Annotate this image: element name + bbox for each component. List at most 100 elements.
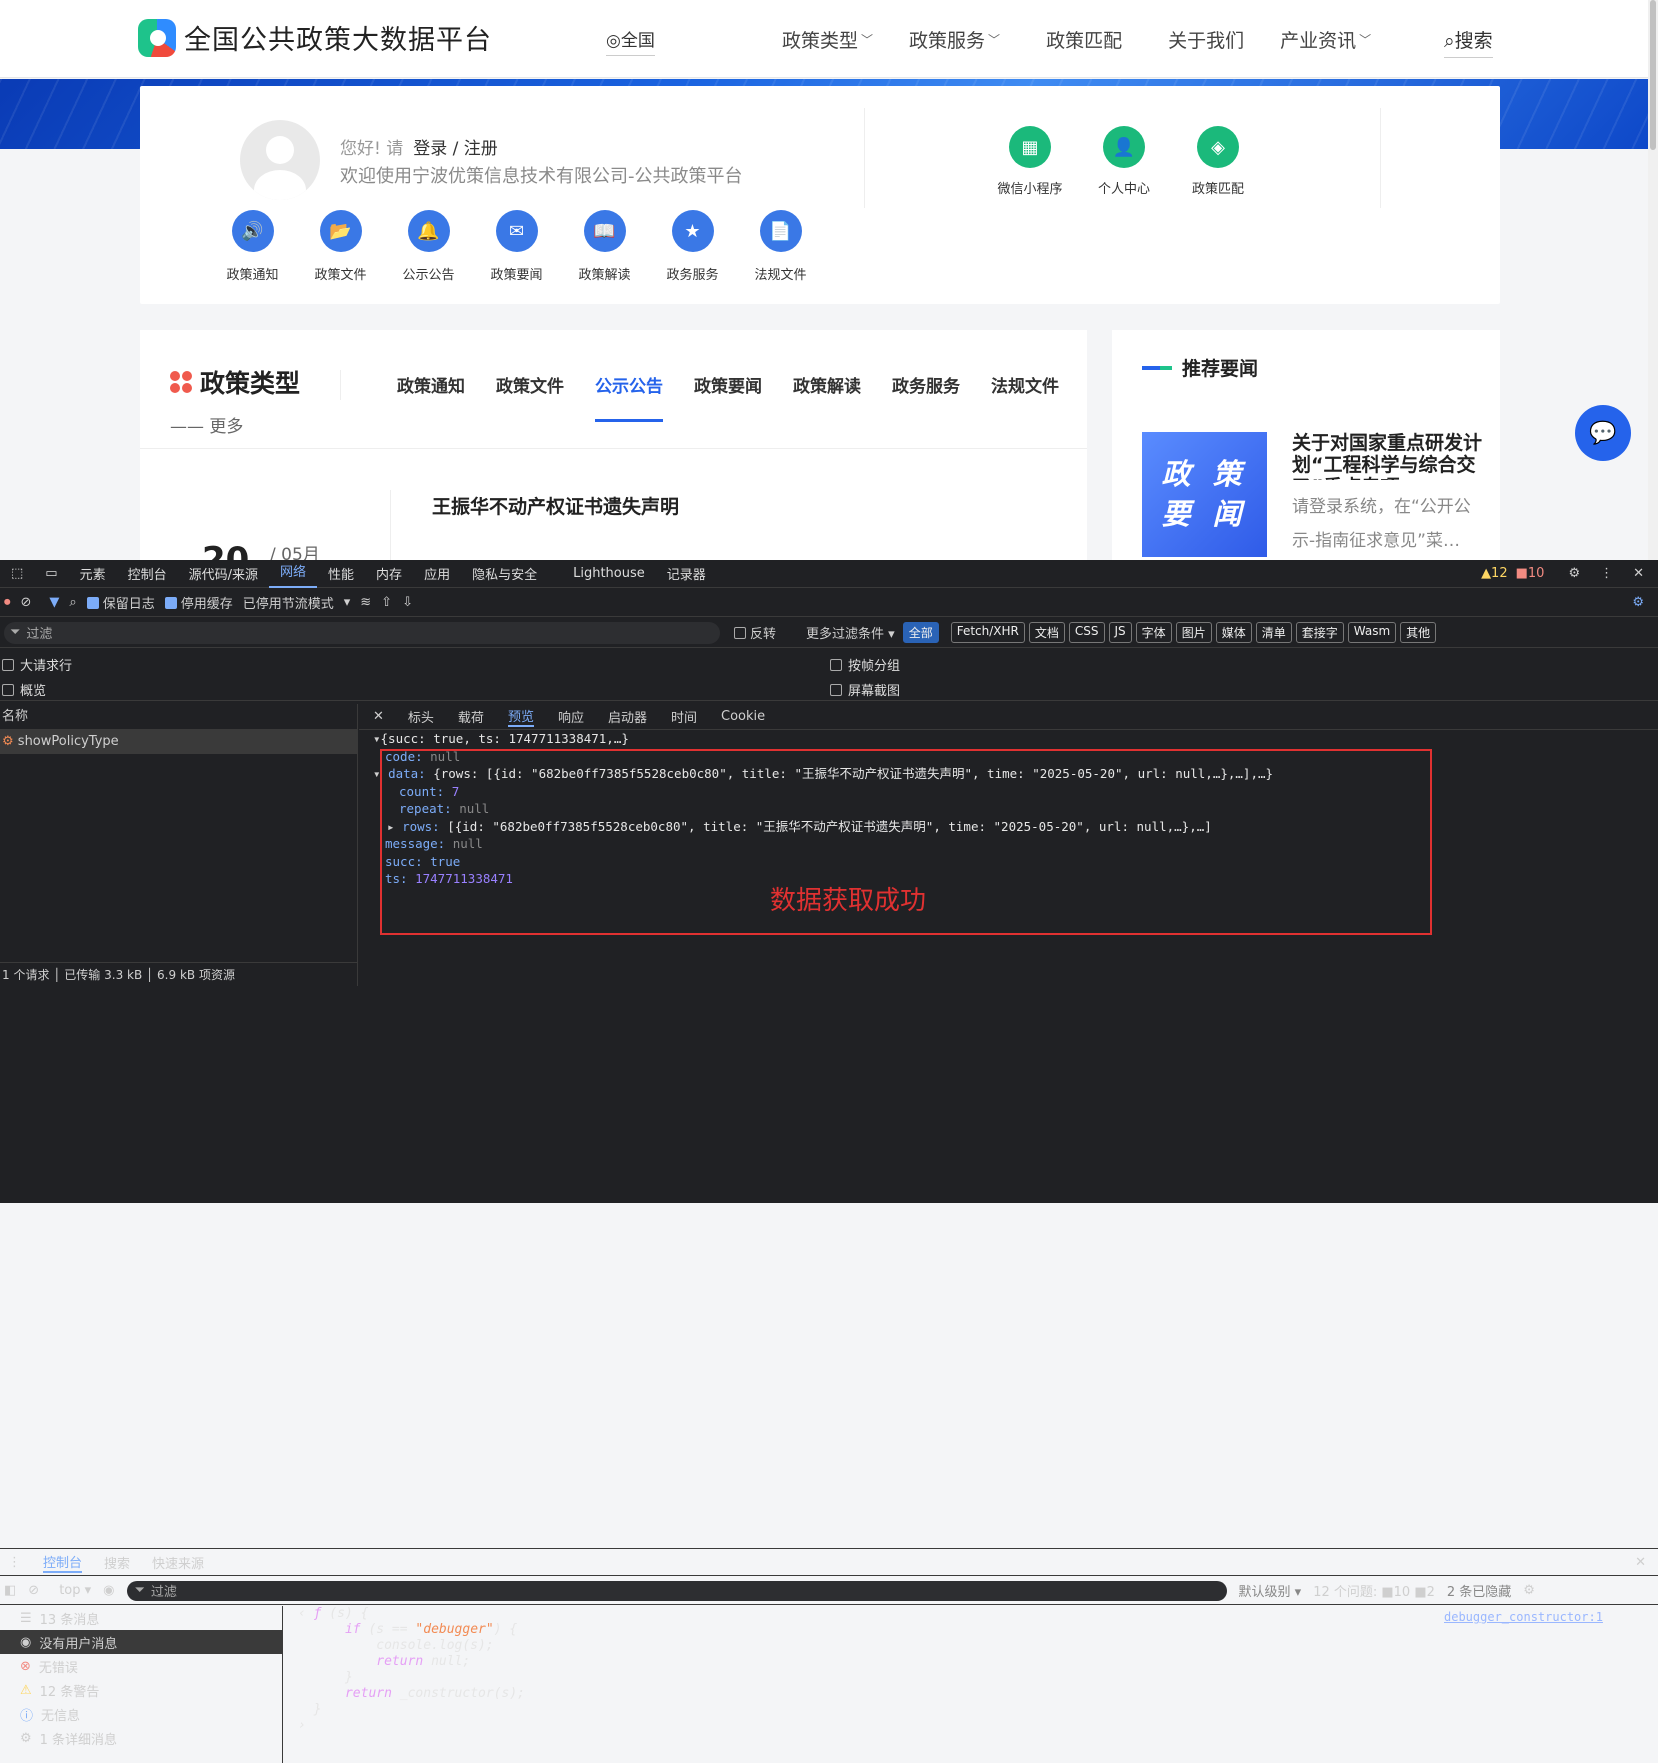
nav-about[interactable]: 关于我们 xyxy=(1168,26,1244,53)
quick-policy-news[interactable]: ✉ 政策要闻 xyxy=(491,210,543,283)
record-icon[interactable]: ⏺ xyxy=(4,595,11,610)
quick-policy-notice[interactable]: 🔊 政策通知 xyxy=(227,210,279,283)
tab-lighthouse[interactable]: Lighthouse xyxy=(562,566,656,581)
nav-policy-type[interactable]: 政策类型 ﹀ xyxy=(782,26,873,53)
search-link[interactable]: ⌕搜索 xyxy=(1444,26,1493,58)
tab-network[interactable]: 网络 xyxy=(269,560,318,588)
tab-payload[interactable]: 载荷 xyxy=(458,707,484,726)
sidebar-item-verbose[interactable]: ⚙ 1 条详细消息 xyxy=(0,1726,282,1750)
screenshots-checkbox[interactable]: 屏幕截图 xyxy=(830,680,900,699)
tab-policy-file[interactable]: 政策文件 xyxy=(496,372,564,422)
tab-memory[interactable]: 内存 xyxy=(365,564,413,583)
type-other[interactable]: 其他 xyxy=(1400,622,1437,643)
close-icon[interactable]: ✕ xyxy=(1635,1555,1646,1570)
nav-policy-service[interactable]: 政策服务 ﹀ xyxy=(909,26,1000,53)
chat-bubble-icon[interactable]: 💬 xyxy=(1575,405,1631,461)
tab-policy-interpret[interactable]: 政策解读 xyxy=(793,372,861,422)
disable-cache-checkbox[interactable]: 停用缓存 xyxy=(164,593,233,612)
more-filters-dropdown[interactable]: 更多过滤条件 ▾ xyxy=(806,623,895,642)
clear-icon[interactable]: ⊘ xyxy=(21,595,32,610)
app-personal-center[interactable]: 👤 个人中心 xyxy=(1094,126,1154,197)
issues-count[interactable]: 12 个问题: ■10 ■2 xyxy=(1313,1581,1435,1600)
tab-elements[interactable]: 元素 xyxy=(69,564,117,583)
nav-industry-news[interactable]: 产业资讯 ﹀ xyxy=(1280,26,1371,53)
article-title-link[interactable]: 王振华不动产权证书遗失声明 xyxy=(432,492,679,519)
tab-policy-news[interactable]: 政策要闻 xyxy=(694,372,762,422)
tab-console[interactable]: 控制台 xyxy=(117,564,178,583)
kebab-menu-icon[interactable]: ⋮ xyxy=(1600,566,1613,581)
group-by-frame-checkbox[interactable]: 按帧分组 xyxy=(830,655,900,674)
type-font[interactable]: 字体 xyxy=(1135,622,1172,643)
tab-announcement[interactable]: 公示公告 xyxy=(595,372,663,422)
chevron-down-icon[interactable]: ▾ xyxy=(344,595,351,610)
request-row[interactable]: ⚙ showPolicyType xyxy=(0,730,357,754)
inspect-icon[interactable]: ⬚ xyxy=(0,566,34,581)
clear-icon[interactable]: ⊘ xyxy=(28,1583,39,1598)
news-thumbnail[interactable]: 政 策要 闻 xyxy=(1142,432,1267,557)
avatar[interactable] xyxy=(240,120,320,200)
overview-checkbox[interactable]: 概览 xyxy=(2,680,46,699)
site-logo[interactable]: 全国公共政策大数据平台 xyxy=(138,18,492,57)
download-icon[interactable]: ⇩ xyxy=(402,595,413,610)
quick-policy-file[interactable]: 📂 政策文件 xyxy=(315,210,367,283)
error-count[interactable]: ■10 xyxy=(1516,566,1545,581)
sidebar-item-warnings[interactable]: ⚠ 12 条警告 xyxy=(0,1678,282,1702)
filter-icon[interactable]: ▼ xyxy=(49,595,59,610)
tab-gov-service[interactable]: 政务服务 xyxy=(892,372,960,422)
source-link[interactable]: debugger_constructor:1 xyxy=(1444,1610,1603,1624)
tab-timing[interactable]: 时间 xyxy=(671,707,697,726)
search-icon[interactable]: ⌕ xyxy=(69,595,76,610)
upload-icon[interactable]: ⇧ xyxy=(381,595,392,610)
tab-application[interactable]: 应用 xyxy=(413,564,461,583)
log-level-select[interactable]: 默认级别 ▾ xyxy=(1239,1581,1302,1600)
quick-announcement[interactable]: 🔔 公示公告 xyxy=(403,210,455,283)
tab-regulation[interactable]: 法规文件 xyxy=(991,372,1059,422)
filter-input[interactable]: ⏷ 过滤 xyxy=(4,621,720,644)
tab-initiator[interactable]: 启动器 xyxy=(608,707,647,726)
sidebar-toggle-icon[interactable]: ◧ xyxy=(4,1583,16,1598)
sidebar-item-messages[interactable]: ☰ 13 条消息 xyxy=(0,1606,282,1630)
tab-quick-source[interactable]: 快速来源 xyxy=(152,1553,204,1572)
type-socket[interactable]: 套接字 xyxy=(1295,622,1344,643)
tab-sources[interactable]: 源代码/来源 xyxy=(178,564,269,583)
gear-icon[interactable]: ⚙ xyxy=(1568,566,1580,581)
invert-checkbox[interactable]: 反转 xyxy=(734,623,776,642)
close-icon[interactable]: ✕ xyxy=(1633,566,1644,581)
type-doc[interactable]: 文档 xyxy=(1028,622,1065,643)
warning-count[interactable]: ▲12 xyxy=(1481,566,1508,581)
tab-cookie[interactable]: Cookie xyxy=(721,709,765,724)
type-manifest[interactable]: 清单 xyxy=(1255,622,1292,643)
tab-privacy[interactable]: 隐私与安全 xyxy=(461,564,548,583)
login-register-link[interactable]: 登录 / 注册 xyxy=(413,139,498,159)
context-select[interactable]: top ▾ xyxy=(59,1583,91,1598)
tab-response[interactable]: 响应 xyxy=(558,707,584,726)
news-headline-link[interactable]: 关于对国家重点研发计划“工程科学与综合交叉”重点专项 xyxy=(1292,432,1482,480)
sidebar-item-info[interactable]: ⓘ 无信息 xyxy=(0,1702,282,1726)
type-css[interactable]: CSS xyxy=(1068,622,1105,643)
large-rows-checkbox[interactable]: 大请求行 xyxy=(2,655,72,674)
json-root[interactable]: ▾{succ: true, ts: 1747711338471,…} xyxy=(373,730,1273,748)
name-column-header[interactable]: 名称 xyxy=(0,704,357,730)
wifi-icon[interactable]: ≋ xyxy=(360,595,371,610)
type-js[interactable]: JS xyxy=(1108,622,1132,643)
quick-policy-interpret[interactable]: 📖 政策解读 xyxy=(579,210,631,283)
app-policy-match[interactable]: ◈ 政策匹配 xyxy=(1188,126,1248,197)
type-media[interactable]: 媒体 xyxy=(1215,622,1252,643)
eye-icon[interactable]: ◉ xyxy=(103,1583,114,1598)
tab-policy-notice[interactable]: 政策通知 xyxy=(397,372,465,422)
location-selector[interactable]: ◎全国 xyxy=(606,26,655,56)
type-all[interactable]: 全部 xyxy=(902,622,939,643)
type-fetch-xhr[interactable]: Fetch/XHR xyxy=(950,622,1025,643)
preserve-log-checkbox[interactable]: 保留日志 xyxy=(86,593,155,612)
settings-icon[interactable]: ⚙ xyxy=(1632,595,1644,610)
close-icon[interactable]: ✕ xyxy=(373,709,384,724)
gear-icon[interactable]: ⚙ xyxy=(1523,1583,1535,1598)
device-toggle-icon[interactable]: ▭ xyxy=(34,566,68,581)
tab-console-drawer[interactable]: 控制台 xyxy=(43,1552,83,1573)
sidebar-item-user-messages[interactable]: ◉ 没有用户消息 xyxy=(0,1630,282,1654)
sidebar-item-errors[interactable]: ⊗ 无错误 xyxy=(0,1654,282,1678)
quick-regulation[interactable]: 📄 法规文件 xyxy=(755,210,807,283)
type-wasm[interactable]: Wasm xyxy=(1347,622,1397,643)
quick-gov-service[interactable]: ★ 政务服务 xyxy=(667,210,719,283)
tab-headers[interactable]: 标头 xyxy=(408,707,434,726)
